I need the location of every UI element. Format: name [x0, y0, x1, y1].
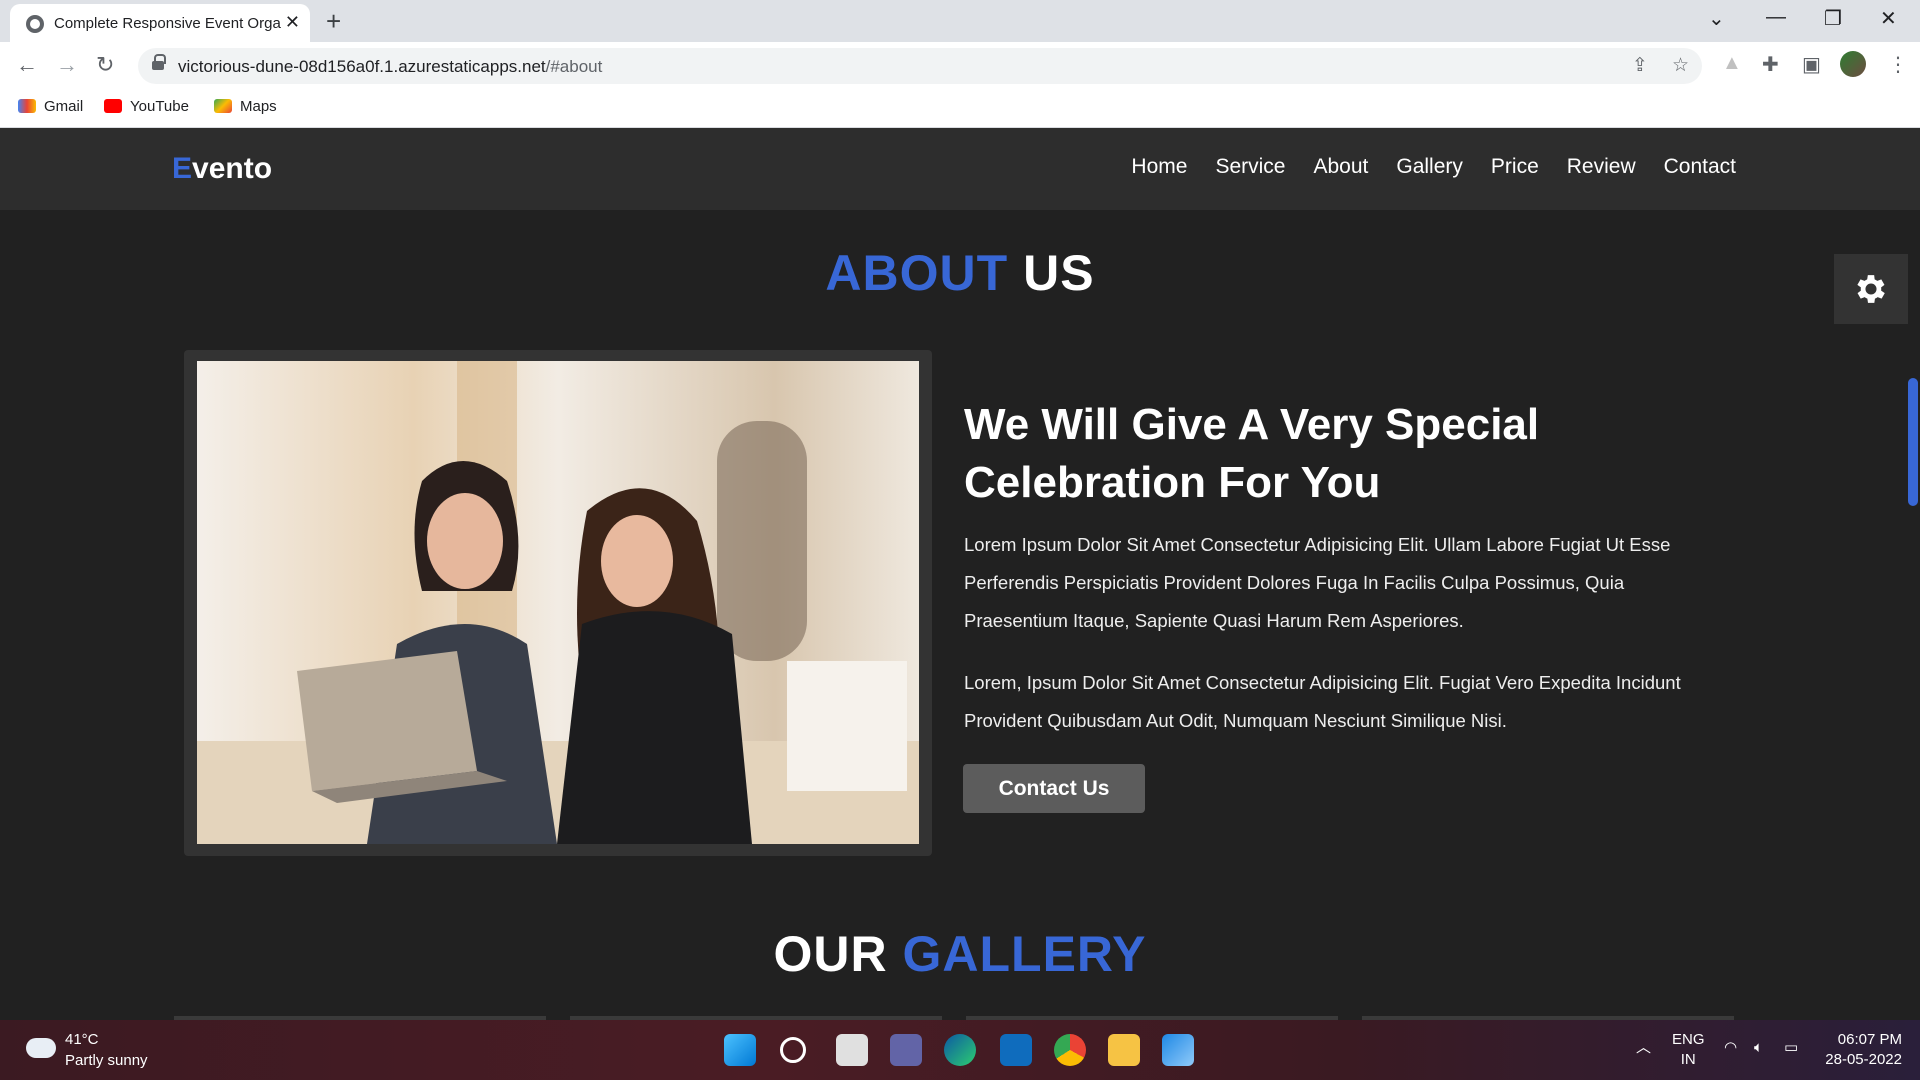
about-paragraph-2: Lorem, Ipsum Dolor Sit Amet Consectetur … [964, 672, 1681, 731]
about-paragraph-1: Lorem Ipsum Dolor Sit Amet Consectetur A… [964, 534, 1671, 631]
chrome-icon[interactable] [1054, 1034, 1086, 1066]
site-logo[interactable]: Evento [172, 152, 272, 186]
task-view-icon[interactable] [836, 1034, 868, 1066]
extensions-puzzle-icon[interactable]: ✚ [1762, 52, 1779, 77]
about-title: We Will Give A Very Special Celebration … [964, 400, 1540, 507]
share-icon[interactable]: ⇪ [1632, 54, 1648, 77]
gear-icon [1857, 275, 1885, 303]
weather-condition[interactable]: Partly sunny [65, 1052, 148, 1069]
contact-us-button[interactable]: Contact Us [963, 764, 1145, 813]
gmail-icon [18, 99, 36, 113]
forward-icon[interactable]: → [56, 52, 78, 78]
volume-icon[interactable]: 🔈︎ [1754, 1038, 1763, 1058]
edge-icon[interactable] [944, 1034, 976, 1066]
tab-title: Complete Responsive Event Orga [54, 15, 281, 32]
menu-dots-icon[interactable]: ⋮ [1888, 52, 1908, 77]
lock-icon[interactable] [152, 54, 166, 71]
nav-about[interactable]: About [1313, 155, 1368, 179]
show-hidden-icons-icon[interactable]: ︿ [1636, 1038, 1651, 1058]
file-explorer-icon[interactable] [1108, 1034, 1140, 1066]
new-tab-button[interactable]: + [326, 6, 341, 37]
wifi-icon[interactable]: ◠ [1724, 1038, 1737, 1058]
nav-service[interactable]: Service [1215, 155, 1285, 179]
youtube-icon [104, 99, 122, 113]
about-photo [197, 361, 919, 844]
bookmark-youtube[interactable]: YouTube [104, 98, 189, 115]
site-header: Evento Home Service About Gallery Price … [0, 128, 1920, 210]
minimize-button[interactable]: — [1766, 6, 1786, 29]
address-bar[interactable]: victorious-dune-08d156a0f.1.azurestatica… [138, 48, 1702, 84]
windows-taskbar: 41°C Partly sunny ︿ ENG IN ◠ 🔈︎ ▭ 06:07 P… [0, 1020, 1920, 1080]
page-scrollbar-thumb[interactable] [1908, 378, 1918, 506]
bookmarks-bar: Gmail YouTube Maps [0, 90, 1920, 128]
side-panel-icon[interactable]: ▣ [1802, 52, 1821, 77]
reload-icon[interactable]: ↻ [96, 52, 114, 78]
nav-home[interactable]: Home [1131, 155, 1187, 179]
url-text: victorious-dune-08d156a0f.1.azurestatica… [178, 57, 603, 76]
gallery-heading: OUR GALLERY [773, 926, 1147, 982]
maps-icon [214, 99, 232, 113]
teams-chat-icon[interactable] [890, 1034, 922, 1066]
extension-a-icon[interactable]: ▲ [1722, 52, 1742, 75]
profile-avatar[interactable] [1840, 51, 1866, 77]
about-heading: ABOUT US [825, 245, 1095, 301]
nav-gallery[interactable]: Gallery [1396, 155, 1463, 179]
photos-icon[interactable] [1162, 1034, 1194, 1066]
back-icon[interactable]: ← [16, 52, 38, 78]
bookmark-gmail[interactable]: Gmail [18, 98, 83, 115]
language-indicator[interactable]: ENG IN [1672, 1030, 1705, 1070]
nav-contact[interactable]: Contact [1664, 155, 1736, 179]
browser-toolbar: ← → ↻ victorious-dune-08d156a0f.1.azures… [0, 42, 1920, 90]
tab-search-icon[interactable]: ⌄ [1708, 6, 1725, 31]
search-icon[interactable] [780, 1037, 806, 1063]
bookmark-maps[interactable]: Maps [214, 98, 277, 115]
close-window-button[interactable]: ✕ [1880, 6, 1897, 31]
partly-sunny-icon[interactable] [24, 1032, 56, 1058]
browser-tab-bar: Complete Responsive Event Orga ✕ + ⌄ — ❐… [0, 0, 1920, 42]
about-image-frame [184, 350, 932, 856]
globe-icon [26, 15, 44, 33]
theme-settings-toggle[interactable] [1834, 254, 1908, 324]
women-with-laptop-image [197, 361, 919, 844]
weather-temperature[interactable]: 41°C [65, 1031, 99, 1048]
nav-review[interactable]: Review [1567, 155, 1636, 179]
battery-icon[interactable]: ▭ [1784, 1038, 1798, 1058]
nav-price[interactable]: Price [1491, 155, 1539, 179]
main-nav: Home Service About Gallery Price Review … [1131, 155, 1736, 179]
restore-button[interactable]: ❐ [1824, 6, 1842, 31]
mail-icon[interactable] [1000, 1034, 1032, 1066]
bookmark-star-icon[interactable]: ☆ [1672, 54, 1689, 77]
browser-tab[interactable]: Complete Responsive Event Orga ✕ [10, 4, 310, 42]
close-tab-icon[interactable]: ✕ [285, 12, 300, 33]
start-windows-icon[interactable] [724, 1034, 756, 1066]
clock[interactable]: 06:07 PM 28-05-2022 [1822, 1030, 1902, 1070]
